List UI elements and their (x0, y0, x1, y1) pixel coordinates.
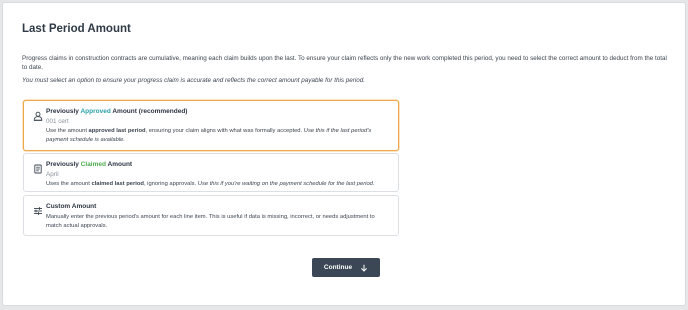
option-description: Use the amount approved last period, ens… (46, 128, 372, 143)
page-title: Last Period Amount (22, 23, 131, 35)
document-icon (33, 161, 43, 174)
arrow-down-icon (361, 264, 368, 272)
option-previously-approved[interactable]: Previously Approved Amount (recommended)… (23, 100, 399, 151)
option-subtitle: 001 cert (46, 118, 69, 125)
continue-button[interactable]: Continue (312, 258, 380, 277)
last-period-amount-panel: Last Period Amount Progress claims in co… (2, 2, 686, 306)
option-previously-claimed[interactable]: Previously Claimed Amount April Uses the… (23, 153, 399, 192)
option-title: Previously Claimed Amount (46, 161, 133, 168)
continue-label: Continue (323, 264, 353, 271)
option-custom-amount[interactable]: Custom Amount Manually enter the previou… (23, 195, 399, 236)
warning-text: You must select an option to ensure your… (22, 77, 366, 84)
option-title: Custom Amount (46, 203, 97, 210)
option-title: Previously Approved Amount (recommended) (46, 108, 188, 115)
option-subtitle: April (46, 171, 59, 178)
option-description: Manually enter the previous period's amo… (46, 214, 375, 229)
option-description: Uses the amount claimed last period, ign… (46, 181, 375, 187)
user-approved-icon (33, 108, 43, 121)
sliders-icon (33, 203, 43, 215)
option-title-highlight: Claimed (80, 161, 106, 168)
intro-text: Progress claims in construction contract… (22, 55, 667, 71)
option-title-highlight: Approved (80, 108, 111, 115)
